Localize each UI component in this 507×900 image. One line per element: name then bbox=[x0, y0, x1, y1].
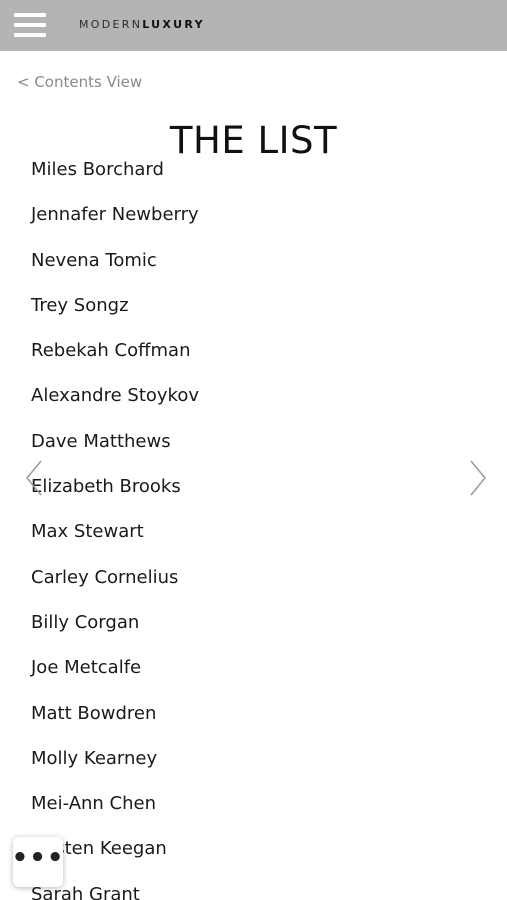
list-item[interactable]: Alexandre Stoykov bbox=[31, 382, 199, 427]
contents-view-link[interactable]: < Contents View bbox=[17, 72, 142, 92]
list-item[interactable]: Max Stewart bbox=[31, 518, 199, 563]
hamburger-line bbox=[14, 33, 46, 37]
list-item[interactable]: Miles Borchard bbox=[31, 156, 199, 201]
chevron-right-icon[interactable] bbox=[468, 459, 488, 497]
list-item[interactable]: Trey Songz bbox=[31, 292, 199, 337]
chevron-left-icon[interactable] bbox=[24, 459, 44, 497]
list-item[interactable]: Jennafer Newberry bbox=[31, 201, 199, 246]
list-item[interactable]: Dave Matthews bbox=[31, 428, 199, 473]
list-item[interactable]: Rebekah Coffman bbox=[31, 337, 199, 382]
list-item[interactable]: Elizabeth Brooks bbox=[31, 473, 199, 518]
hamburger-line bbox=[14, 13, 46, 17]
more-options-button[interactable]: ••• bbox=[11, 837, 65, 887]
brand-logo-modern: MODERN bbox=[79, 18, 143, 31]
list-item[interactable]: Carley Cornelius bbox=[31, 564, 199, 609]
brand-logo[interactable]: MODERNLUXURY bbox=[79, 18, 205, 32]
list-item[interactable]: Joe Metcalfe bbox=[31, 654, 199, 699]
list-item[interactable]: Mei-Ann Chen bbox=[31, 790, 199, 835]
hamburger-menu-icon[interactable] bbox=[14, 11, 48, 41]
top-bar: MODERNLUXURY bbox=[0, 0, 507, 51]
more-dots-icon: ••• bbox=[11, 843, 65, 873]
list-item[interactable]: Billy Corgan bbox=[31, 609, 199, 654]
list-item[interactable]: Nevena Tomic bbox=[31, 247, 199, 292]
brand-logo-luxury: LUXURY bbox=[142, 18, 205, 31]
hamburger-line bbox=[14, 23, 46, 27]
name-list: Miles Borchard Jennafer Newberry Nevena … bbox=[31, 156, 199, 900]
list-item[interactable]: Molly Kearney bbox=[31, 745, 199, 790]
list-item[interactable]: Matt Bowdren bbox=[31, 700, 199, 745]
